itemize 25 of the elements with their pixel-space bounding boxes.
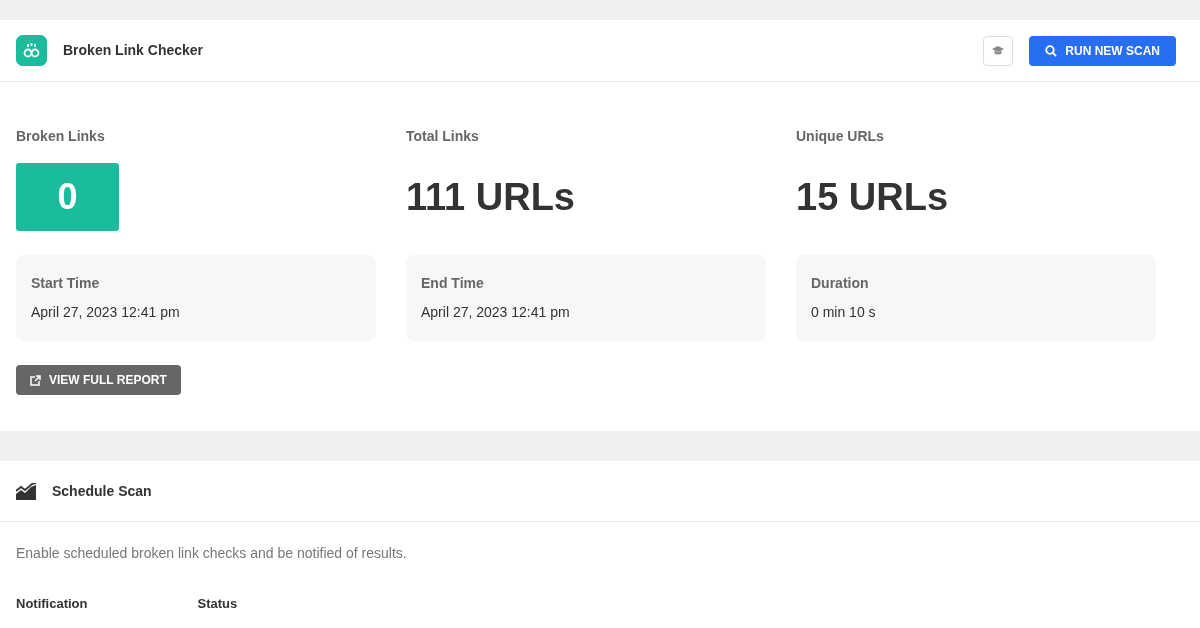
app-logo-icon	[16, 35, 47, 66]
time-value: April 27, 2023 12:41 pm	[31, 303, 181, 322]
stat-label: Total Links	[406, 127, 480, 146]
description-text: Enable scheduled broken link checks and be notified of results.	[15, 544, 408, 563]
stat-label: Broken Links	[16, 127, 106, 146]
time-value: April 27, 2023 12:41 pm	[421, 303, 571, 322]
area-chart-icon	[16, 482, 36, 500]
field-label: Notification	[16, 595, 88, 613]
graduation-cap-icon	[992, 46, 1005, 55]
view-full-report-button[interactable]: VIEW FULL REPORT	[16, 365, 181, 395]
time-label: End Time	[421, 274, 485, 293]
stat-label: Unique URLs	[796, 127, 885, 146]
stat-value: 111 URLs	[406, 175, 576, 220]
stat-value: 15 URLs	[796, 175, 950, 220]
run-new-scan-button[interactable]: RUN NEW SCAN	[1029, 35, 1176, 66]
search-icon	[1045, 44, 1058, 57]
time-label: Start Time	[31, 274, 101, 293]
time-label: Duration	[811, 274, 870, 293]
field-label: Status	[197, 595, 238, 613]
broken-count-badge: 0	[16, 163, 119, 231]
app-title: Broken Link Checker	[63, 41, 204, 60]
time-value: 0 min 10 s	[811, 303, 877, 322]
external-link-icon	[30, 374, 41, 386]
section-title: Schedule Scan	[52, 481, 152, 501]
graduation-cap-button[interactable]	[983, 35, 1014, 66]
